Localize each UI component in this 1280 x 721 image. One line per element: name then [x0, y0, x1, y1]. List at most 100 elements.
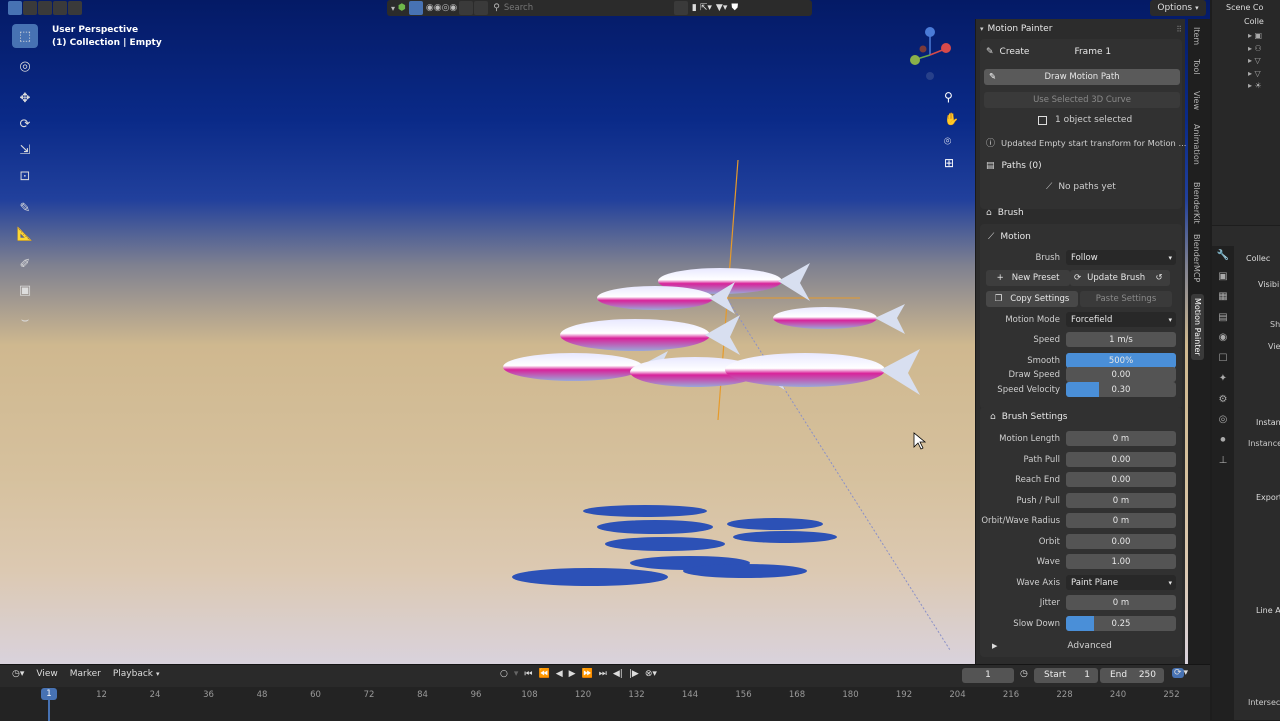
- bookmark-icon[interactable]: ▮: [692, 3, 697, 13]
- paste-settings-button[interactable]: Paste Settings: [1080, 291, 1172, 307]
- playback-menu[interactable]: Playback ▾: [113, 669, 160, 679]
- select-invert-icon[interactable]: [53, 1, 67, 15]
- push-pull-field[interactable]: 0 m: [1066, 493, 1176, 508]
- cursor-icon[interactable]: ◎: [12, 54, 38, 78]
- revert-icon[interactable]: ↺: [1148, 270, 1170, 286]
- collapse-icon[interactable]: ▾: [980, 25, 984, 33]
- funnel-icon[interactable]: ▼▾: [716, 3, 727, 13]
- search-input[interactable]: Search: [504, 3, 674, 13]
- brush-dropdown[interactable]: Follow ▾: [1066, 250, 1176, 265]
- orbit-radius-field[interactable]: 0 m: [1066, 513, 1176, 528]
- add-cube-icon[interactable]: ▣: [12, 278, 38, 302]
- end-frame-field[interactable]: End 250: [1100, 668, 1164, 683]
- shield-icon[interactable]: ⛊: [731, 3, 738, 13]
- view-menu[interactable]: View: [36, 669, 57, 679]
- panel-header[interactable]: ▾ Motion Painter ⠿: [980, 21, 1182, 37]
- props-instancing[interactable]: Instan: [1256, 418, 1280, 427]
- navigation-gizmo[interactable]: [905, 25, 960, 85]
- smooth-slider[interactable]: 500%: [1066, 353, 1176, 368]
- xray-icon[interactable]: [474, 1, 489, 15]
- speed-field[interactable]: 1 m/s: [1066, 332, 1176, 347]
- path-pull-field[interactable]: 0.00: [1066, 452, 1176, 467]
- overlay-icon[interactable]: [459, 1, 474, 15]
- move-icon[interactable]: ✥: [12, 86, 38, 110]
- props-line-art[interactable]: Line A: [1256, 606, 1280, 615]
- reach-end-field[interactable]: 0.00: [1066, 472, 1176, 487]
- keyframe-prev-icon[interactable]: ◀|: [613, 669, 623, 679]
- draw-motion-path-button[interactable]: ✎ Draw Motion Path: [984, 69, 1180, 85]
- new-preset-button[interactable]: + New Preset: [986, 270, 1070, 286]
- motion-header[interactable]: ⟋ Motion: [988, 232, 1031, 242]
- filter-icon[interactable]: [408, 1, 423, 15]
- next-keyframe-icon[interactable]: ⏩: [582, 669, 593, 679]
- drag-handle-icon[interactable]: ⠿: [1176, 25, 1182, 34]
- grid-icon[interactable]: ⊞: [944, 156, 958, 178]
- tab-animation[interactable]: Animation: [1192, 124, 1201, 165]
- keying-icon[interactable]: ⊗▾: [645, 669, 657, 679]
- measure-icon[interactable]: 📐: [12, 222, 38, 246]
- slow-down-slider[interactable]: 0.25: [1066, 616, 1176, 631]
- record-icon[interactable]: ○: [500, 669, 508, 679]
- outliner-items[interactable]: ▸ ▣ ▸ ⚇ ▸ ▽ ▸ ▽ ▸ ☀: [1248, 30, 1262, 93]
- wave-field[interactable]: 1.00: [1066, 554, 1176, 569]
- tab-blenderkit[interactable]: BlenderKit: [1192, 182, 1201, 224]
- keyframe-next-icon[interactable]: |▶: [629, 669, 639, 679]
- brush-header[interactable]: ⌂ Brush: [986, 208, 1024, 218]
- sync-icon[interactable]: ⟳ ▾: [1172, 668, 1202, 683]
- keyframe-icon[interactable]: [673, 1, 688, 15]
- props-view[interactable]: View: [1268, 342, 1280, 351]
- marker-menu[interactable]: Marker: [70, 669, 101, 679]
- playhead[interactable]: 1: [41, 688, 57, 700]
- draw-speed-field[interactable]: 0.00: [1066, 367, 1176, 382]
- copy-settings-button[interactable]: ❐ Copy Settings: [986, 291, 1078, 307]
- play-icon[interactable]: ▶: [569, 669, 576, 679]
- motion-length-field[interactable]: 0 m: [1066, 431, 1176, 446]
- orbit-field[interactable]: 0.00: [1066, 534, 1176, 549]
- options-dropdown[interactable]: Options ▾: [1150, 0, 1206, 16]
- jump-start-icon[interactable]: ⏮: [524, 669, 532, 679]
- camera-icon[interactable]: ⌾: [944, 134, 958, 156]
- object-icon[interactable]: ⬢: [398, 3, 406, 13]
- wave-axis-dropdown[interactable]: Paint Plane ▾: [1066, 575, 1176, 590]
- chevron-down-icon[interactable]: ▾: [514, 669, 519, 679]
- snap-icon[interactable]: ⇱▾: [700, 3, 712, 13]
- jitter-field[interactable]: 0 m: [1066, 595, 1176, 610]
- use-selected-curve-button[interactable]: Use Selected 3D Curve: [984, 92, 1180, 108]
- rotate-icon[interactable]: ⟳: [12, 112, 38, 136]
- scale-icon[interactable]: ⇲: [12, 138, 38, 162]
- outliner-collection[interactable]: Colle: [1244, 17, 1264, 26]
- sphere-icon[interactable]: ◉◉◎◉: [426, 3, 457, 13]
- current-frame-field[interactable]: 1: [962, 668, 1014, 683]
- frame-ruler[interactable]: 12 24 36 48 60 72 84 96 108 120 132 144 156 168 180 192…: [0, 687, 1210, 721]
- properties-tab-icons[interactable]: 🔧 ▣ ▦ ▤ ◉ ☐ ✦ ⚙ ◎ ⚫ ⊥: [1212, 246, 1234, 472]
- curve-draw-icon[interactable]: ⌣: [12, 308, 38, 332]
- pan-hand-icon[interactable]: ✋: [944, 112, 959, 134]
- speed-velocity-slider[interactable]: 0.30: [1066, 382, 1176, 397]
- transform-icon[interactable]: ⊡: [12, 164, 38, 188]
- paths-header[interactable]: ▤ Paths (0): [986, 161, 1042, 171]
- jump-end-icon[interactable]: ⏭: [599, 669, 607, 679]
- select-box-icon[interactable]: ⬚: [12, 24, 38, 48]
- tab-view[interactable]: View: [1192, 91, 1201, 110]
- prev-keyframe-icon[interactable]: ⏪: [539, 669, 550, 679]
- advanced-toggle[interactable]: ▶ Advanced: [992, 638, 1182, 654]
- annotate-icon[interactable]: ✎: [12, 196, 38, 220]
- chevron-down-icon[interactable]: ▾: [391, 4, 395, 13]
- props-visibility[interactable]: Visibi: [1258, 280, 1279, 289]
- motion-mode-dropdown[interactable]: Forcefield ▾: [1066, 312, 1176, 327]
- brush-settings-header[interactable]: ⌂ Brush Settings: [990, 412, 1067, 422]
- motion-paint-icon[interactable]: ✐: [12, 252, 38, 276]
- select-mode-icon[interactable]: [8, 1, 22, 15]
- tab-blendermcp[interactable]: BlenderMCP: [1192, 234, 1201, 282]
- start-frame-field[interactable]: Start 1: [1034, 668, 1098, 683]
- select-extend-icon[interactable]: [23, 1, 37, 15]
- tab-motion-painter[interactable]: Motion Painter: [1191, 294, 1204, 360]
- props-export[interactable]: Export: [1256, 493, 1280, 502]
- tab-tool[interactable]: Tool: [1192, 59, 1201, 75]
- select-intersect-icon[interactable]: [68, 1, 82, 15]
- editor-type-icon[interactable]: ◷▾: [12, 669, 24, 679]
- tab-item[interactable]: Item: [1192, 27, 1201, 45]
- play-reverse-icon[interactable]: ◀: [556, 669, 563, 679]
- zoom-icon[interactable]: ⚲: [944, 90, 958, 112]
- select-subtract-icon[interactable]: [38, 1, 52, 15]
